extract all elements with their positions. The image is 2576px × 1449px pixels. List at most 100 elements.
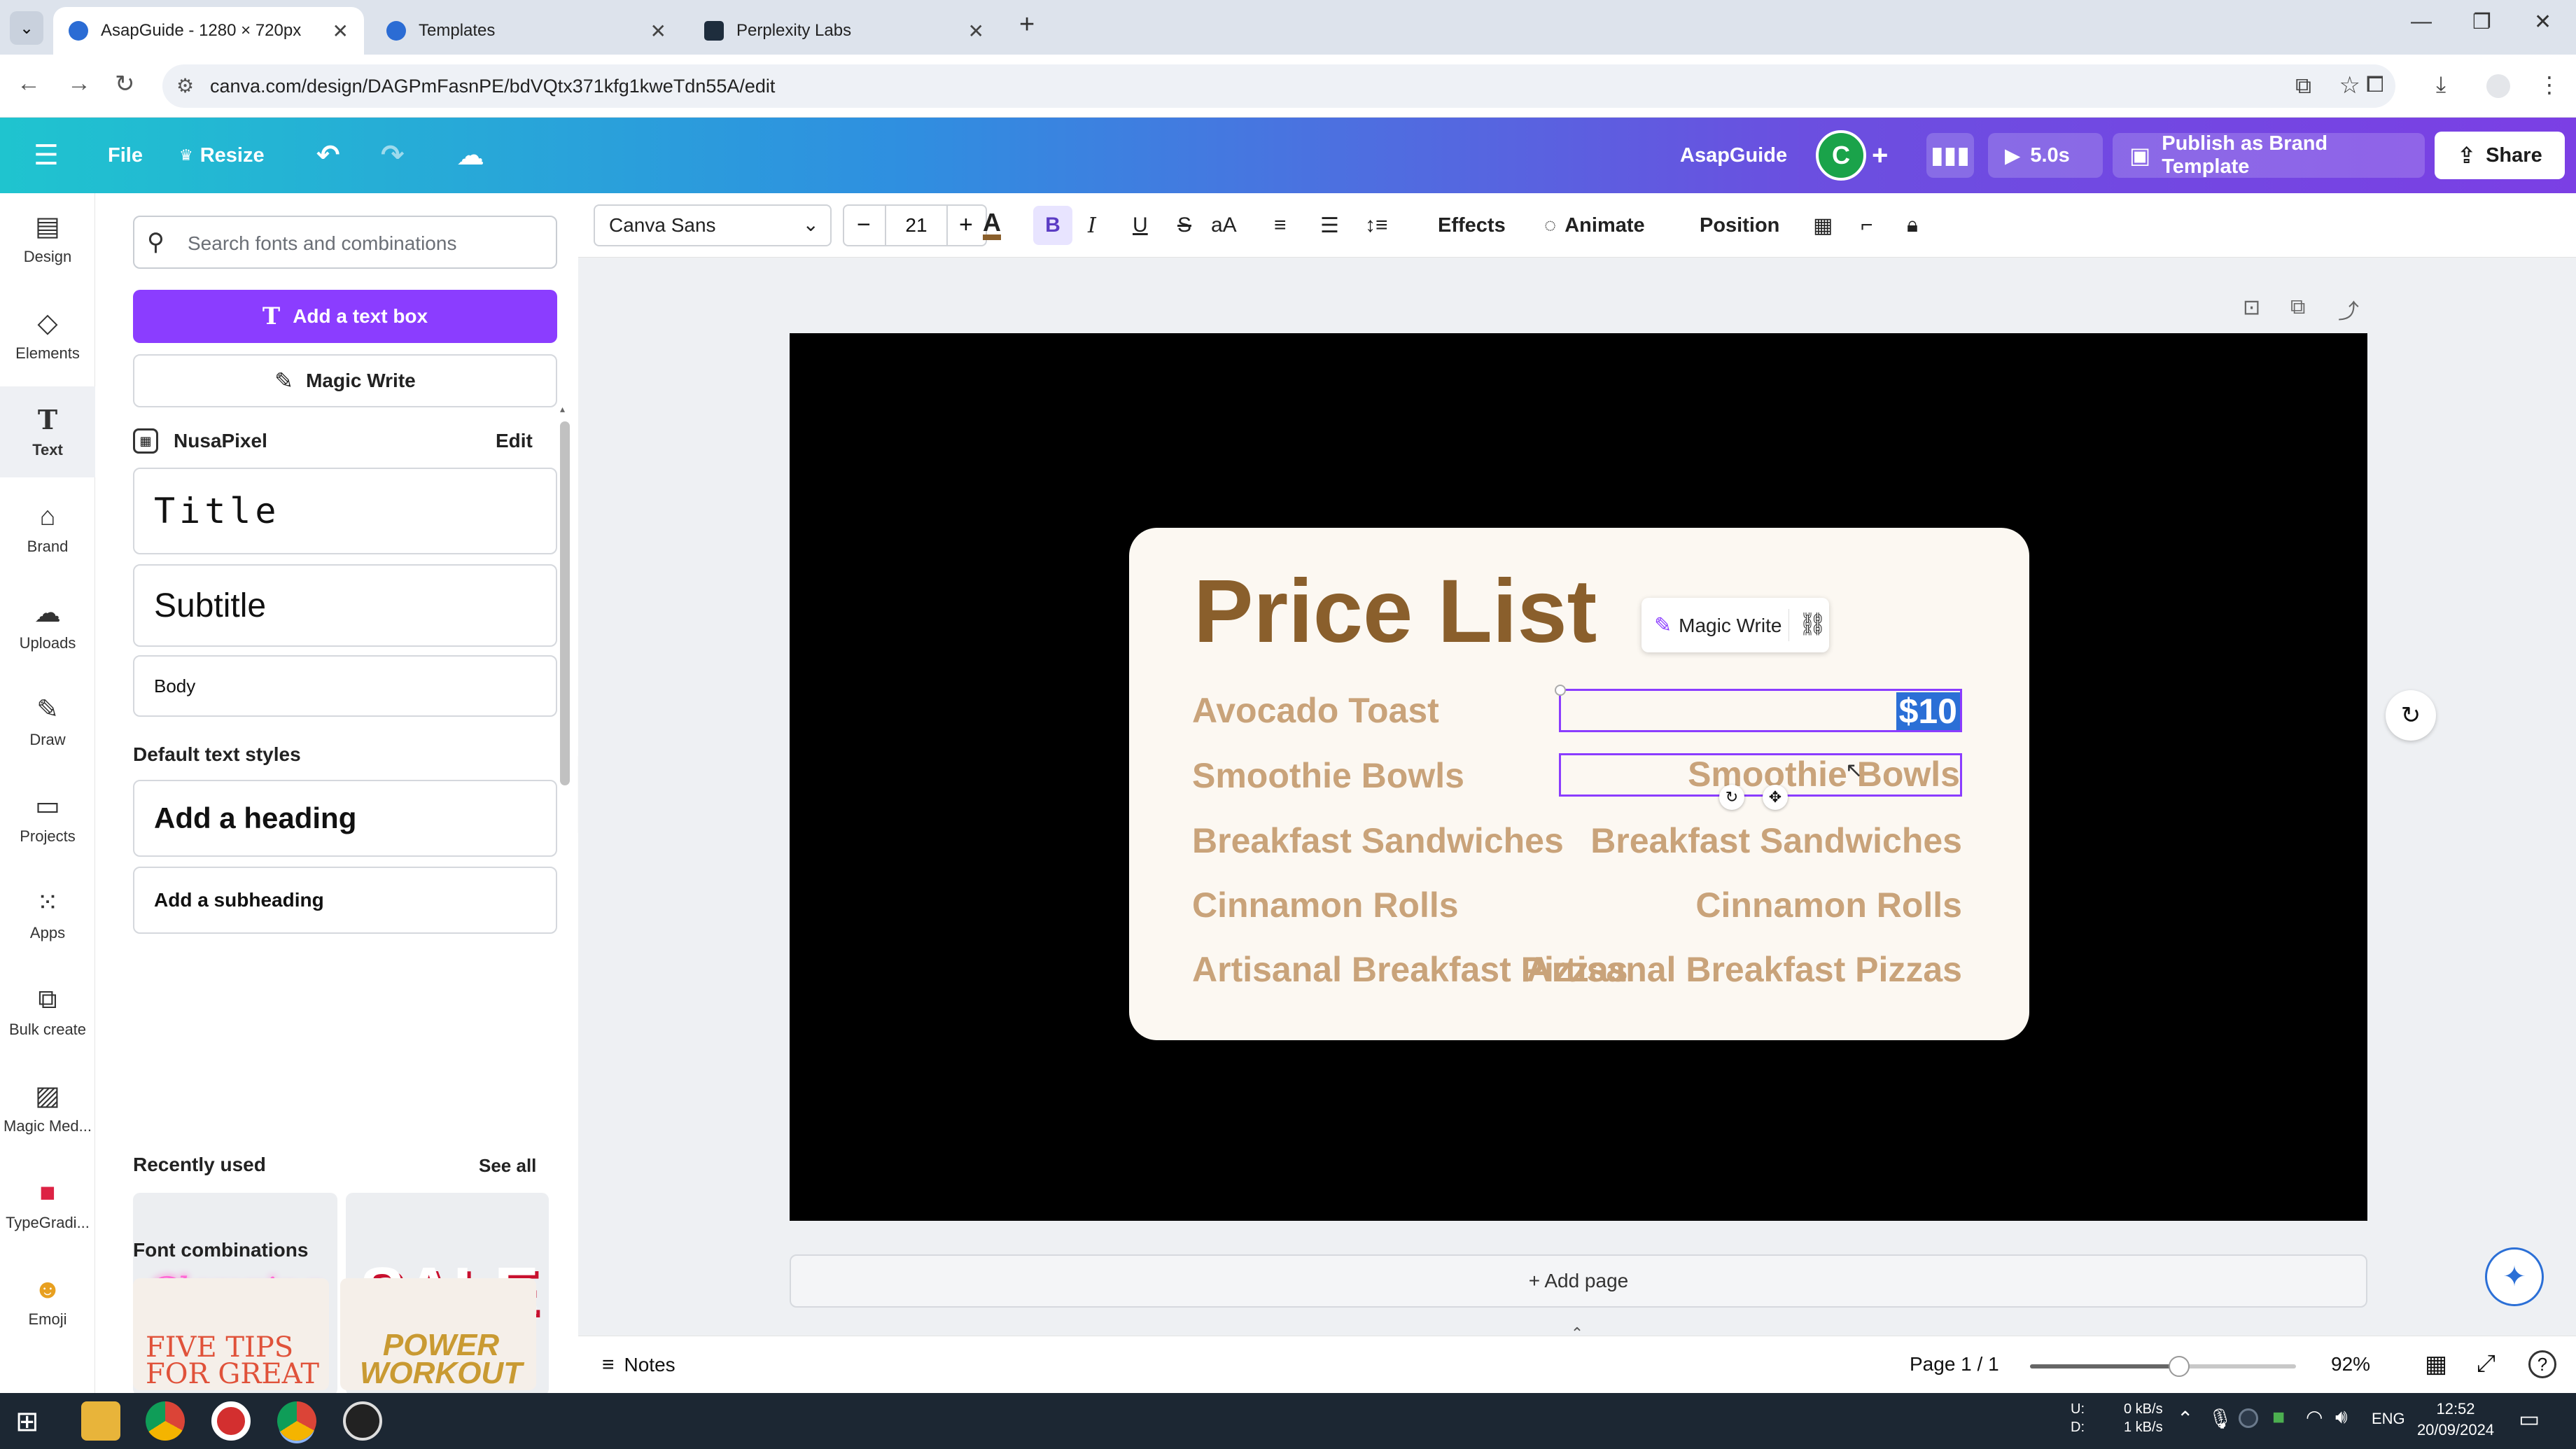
back-arrow-icon[interactable]: ← xyxy=(17,70,41,97)
rail-item-magic-media[interactable]: ▨ Magic Med... xyxy=(0,1063,95,1154)
menu-item-right[interactable]: Breakfast Sandwiches xyxy=(1590,820,1962,861)
tray-app-icon[interactable] xyxy=(2239,1408,2258,1428)
downloads-icon[interactable]: ⤓ xyxy=(2436,71,2446,98)
menu-item-right[interactable]: Artisanal Breakfast Pizzas xyxy=(1526,949,1962,990)
tab-asapguide[interactable]: AsapGuide - 1280 × 720px ✕ xyxy=(53,7,364,55)
windows-start-icon[interactable]: ⊞ xyxy=(15,1406,39,1438)
notifications-icon[interactable]: ▭ xyxy=(2519,1406,2540,1432)
rail-item-projects[interactable]: ▭ Projects xyxy=(0,773,95,864)
browser-menu-icon[interactable]: ⋮ xyxy=(2538,71,2561,98)
profile-avatar[interactable] xyxy=(2486,74,2510,98)
magic-write-button[interactable]: ✎ Magic Write xyxy=(133,354,557,407)
magic-write-popup-button[interactable]: ✎ Magic Write xyxy=(1654,613,1782,638)
close-tab-icon[interactable]: ✕ xyxy=(650,20,666,43)
restore-window-icon[interactable]: ❐ xyxy=(2472,10,2491,34)
undo-icon[interactable]: ↶ xyxy=(316,118,340,193)
help-icon[interactable]: ? xyxy=(2528,1350,2556,1378)
microphone-icon[interactable]: 🎙︎ xyxy=(2208,1407,2233,1430)
perplexity-app-icon[interactable] xyxy=(343,1401,382,1441)
redo-icon[interactable]: ↷ xyxy=(381,118,405,193)
price-list-card[interactable]: Price List ✎ Magic Write ⛓ Avocado Toast… xyxy=(1129,528,2029,1040)
position-button[interactable]: Position xyxy=(1700,193,1779,258)
resize-handle[interactable] xyxy=(1555,685,1566,696)
close-tab-icon[interactable]: ✕ xyxy=(968,20,984,43)
menu-item-left[interactable]: Breakfast Sandwiches xyxy=(1192,820,1564,861)
add-heading-button[interactable]: Add a heading xyxy=(133,780,557,857)
spacing-button[interactable]: ↕≡ xyxy=(1365,193,1388,258)
brand-kit-name[interactable]: NusaPixel xyxy=(174,430,267,452)
close-window-icon[interactable]: ✕ xyxy=(2534,10,2552,34)
minimize-window-icon[interactable]: — xyxy=(2411,10,2432,34)
font-combo-power-workout[interactable]: POWER WORKOUT xyxy=(340,1278,536,1390)
price-text-selected[interactable]: $10 xyxy=(1896,692,1960,730)
notes-button[interactable]: ≡ Notes xyxy=(602,1353,676,1377)
zoom-slider-thumb[interactable] xyxy=(2168,1356,2190,1377)
italic-button[interactable]: I xyxy=(1088,193,1096,258)
page-lock-icon[interactable]: ⊡ xyxy=(2243,295,2260,320)
add-text-box-button[interactable]: T Add a text box xyxy=(133,290,557,343)
grid-view-icon[interactable]: ▦ xyxy=(2425,1350,2447,1378)
rail-item-draw[interactable]: ✎ Draw xyxy=(0,676,95,767)
zoom-slider[interactable] xyxy=(2030,1356,2296,1377)
strikethrough-button[interactable]: S xyxy=(1177,193,1191,258)
tab-search-chevron-icon[interactable]: ⌄ xyxy=(10,11,43,45)
add-collaborator-icon[interactable]: + xyxy=(1872,118,1888,193)
recorder-app-icon[interactable] xyxy=(211,1401,251,1441)
rail-item-design[interactable]: ▤ Design xyxy=(0,193,95,284)
underline-button[interactable]: U xyxy=(1133,193,1148,258)
tab-perplexity[interactable]: Perplexity Labs ✕ xyxy=(689,7,1000,55)
font-size-stepper[interactable]: − 21 + xyxy=(843,204,987,246)
brand-edit-link[interactable]: Edit xyxy=(496,430,533,452)
language-indicator[interactable]: ENG xyxy=(2372,1410,2405,1428)
increase-size-icon[interactable]: + xyxy=(959,211,973,239)
menu-item-left[interactable]: Smoothie Bowls xyxy=(1192,755,1464,796)
price-list-title[interactable]: Price List xyxy=(1194,560,1597,663)
close-tab-icon[interactable]: ✕ xyxy=(332,20,349,43)
insights-chart-icon[interactable]: ▮▮▮ xyxy=(1926,133,1974,178)
zoom-level[interactable]: 92% xyxy=(2331,1353,2370,1376)
rail-item-brand[interactable]: ⌂ Brand xyxy=(0,483,95,574)
tray-chevron-icon[interactable]: ⌃ xyxy=(2177,1407,2193,1430)
add-page-icon[interactable]: ⤴ xyxy=(2338,294,2359,325)
present-play-button[interactable]: ▶ 5.0s xyxy=(1988,133,2103,178)
hovered-textbox[interactable]: Smoothie Bowls ↻ ✥ ↖ xyxy=(1559,753,1962,810)
bold-button[interactable]: B xyxy=(1033,206,1072,245)
effects-button[interactable]: Effects xyxy=(1438,193,1506,258)
clock[interactable]: 12:52 20/09/2024 xyxy=(2414,1399,2498,1441)
letter-case-button[interactable]: aA xyxy=(1211,193,1237,258)
lock-button[interactable]: 🔒︎ xyxy=(1907,193,1918,258)
duplicate-page-icon[interactable]: ⧉ xyxy=(2290,295,2305,319)
cast-icon[interactable]: ⧉ xyxy=(2295,73,2311,99)
resize-button[interactable]: ♛ Resize xyxy=(179,118,265,193)
volume-icon[interactable]: 🔊︎ xyxy=(2335,1406,2348,1429)
brand-subtitle-style[interactable]: Subtitle xyxy=(133,564,557,647)
menu-item-left[interactable]: Avocado Toast xyxy=(1192,690,1439,731)
menu-item-left[interactable]: Cinnamon Rolls xyxy=(1192,885,1459,925)
rail-item-elements[interactable]: ◇ Elements xyxy=(0,290,95,381)
align-button[interactable]: ≡ xyxy=(1274,193,1287,258)
reload-icon[interactable]: ↻ xyxy=(115,70,135,98)
font-combo-five-tips[interactable]: FIVE TIPS FOR GREAT xyxy=(133,1278,329,1390)
decrease-size-icon[interactable]: − xyxy=(857,211,871,239)
magic-assistant-sparkle-icon[interactable]: ✦ xyxy=(2485,1247,2544,1306)
panel-scrollbar[interactable]: ▴ xyxy=(557,403,573,1369)
main-menu-icon[interactable]: ☰ xyxy=(34,118,59,193)
transparency-button[interactable]: ▦ xyxy=(1813,193,1833,258)
rail-item-emoji[interactable]: ☻ Emoji xyxy=(0,1256,95,1347)
scrollbar-thumb[interactable] xyxy=(560,421,570,785)
project-name[interactable]: AsapGuide xyxy=(1680,118,1787,193)
extensions-icon[interactable]: ⧠ xyxy=(2366,71,2384,98)
file-menu[interactable]: File xyxy=(108,118,143,193)
forward-arrow-icon[interactable]: → xyxy=(67,70,91,97)
design-page[interactable]: Price List ✎ Magic Write ⛓ Avocado Toast… xyxy=(790,333,2367,1221)
add-page-button[interactable]: + Add page xyxy=(790,1254,2367,1308)
link-icon[interactable]: ⛓ xyxy=(1798,610,1827,637)
bookmark-star-icon[interactable]: ☆ xyxy=(2339,71,2360,99)
brand-title-style[interactable]: Title xyxy=(133,468,557,554)
font-family-select[interactable]: Canva Sans ⌄ xyxy=(594,204,832,246)
animate-button[interactable]: ◌ Animate xyxy=(1544,193,1645,258)
rail-item-text[interactable]: T Text xyxy=(0,386,95,477)
publish-brand-template-button[interactable]: ▣ Publish as Brand Template xyxy=(2113,132,2425,178)
rail-item-typegradient[interactable]: ■ TypeGradi... xyxy=(0,1159,95,1250)
scroll-up-icon[interactable]: ▴ xyxy=(560,403,570,417)
